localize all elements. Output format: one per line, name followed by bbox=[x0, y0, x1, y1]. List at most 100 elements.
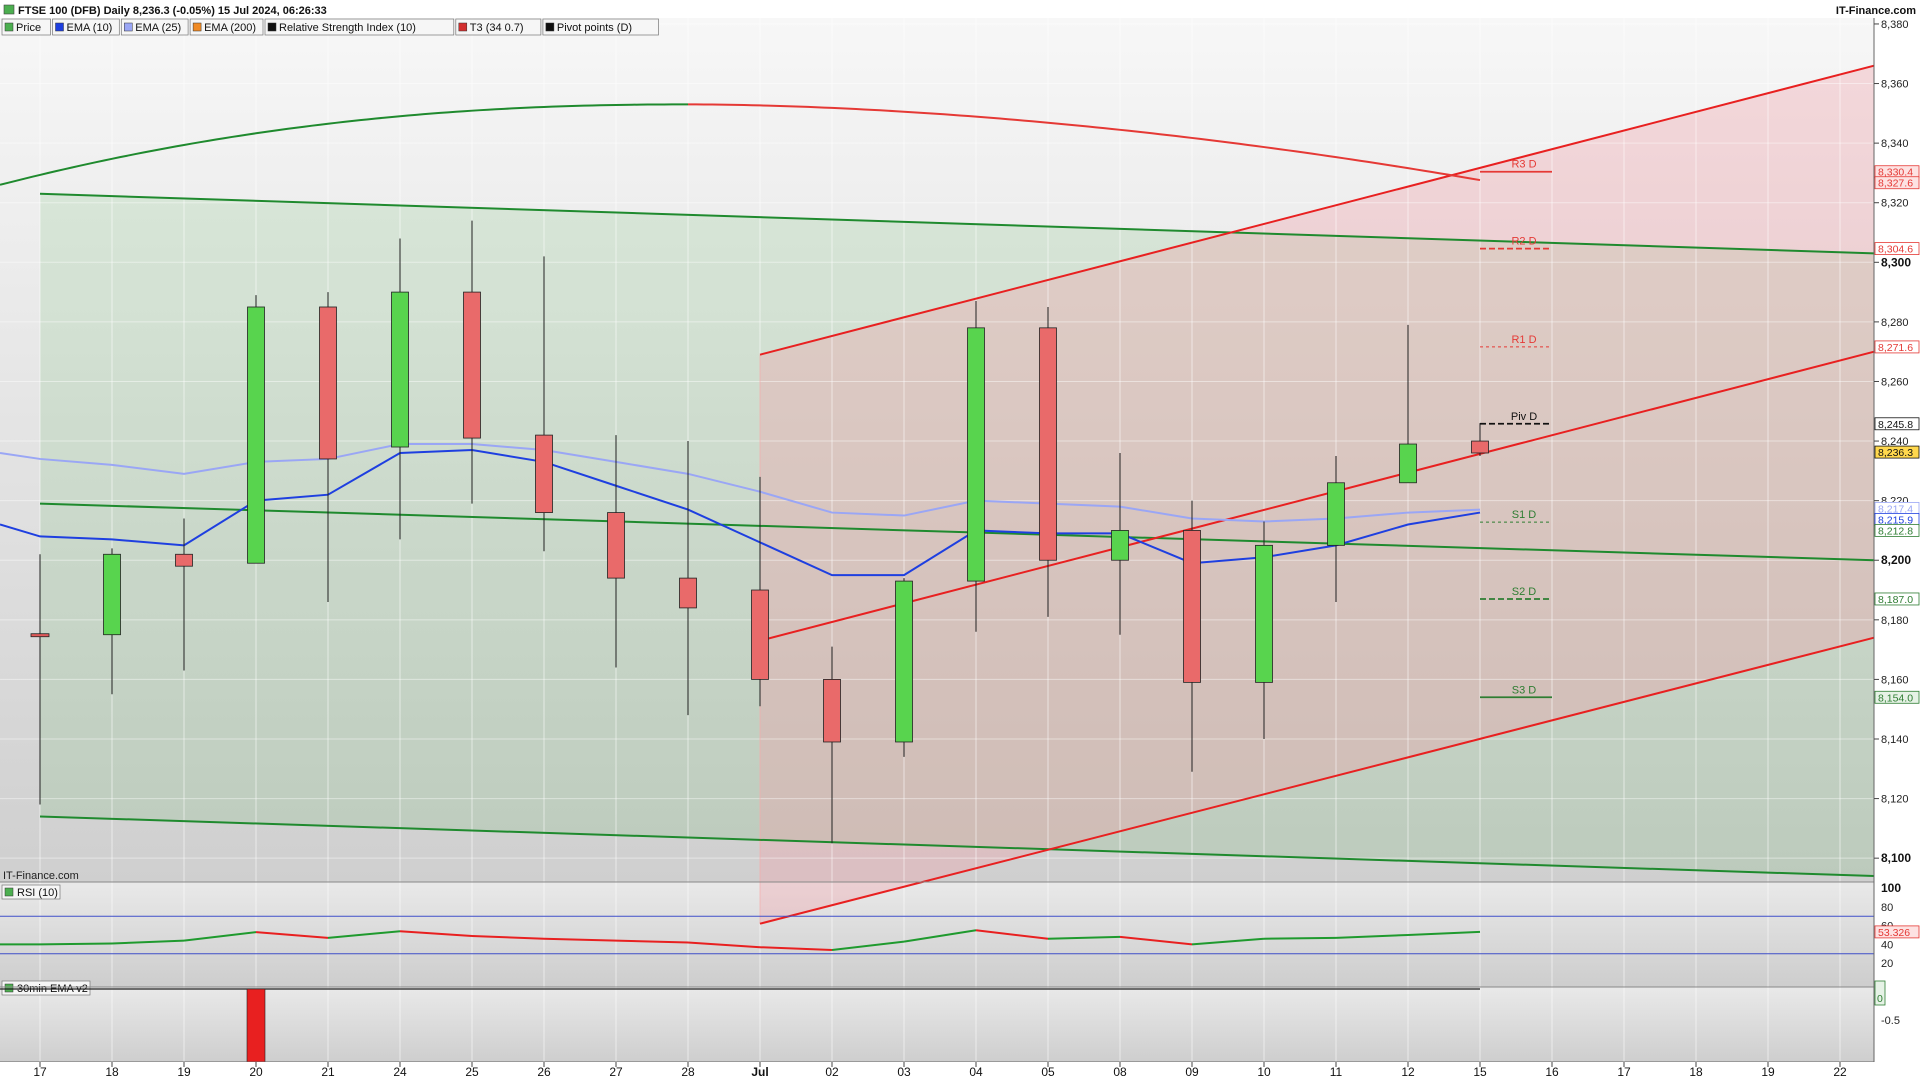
rsi-segment bbox=[39, 942, 113, 946]
x-axis-background bbox=[0, 1062, 1920, 1080]
x-tick-label: 05 bbox=[1041, 1065, 1055, 1079]
rsi-segment bbox=[1263, 936, 1337, 940]
candle-body-down bbox=[823, 679, 841, 743]
candle-body-up bbox=[103, 553, 121, 636]
pivot-label: R3 D bbox=[1511, 159, 1536, 171]
legend-swatch-icon bbox=[545, 22, 555, 32]
pivot-label: R2 D bbox=[1511, 236, 1536, 248]
x-tick-label: 27 bbox=[609, 1065, 623, 1079]
x-tick-label: 10 bbox=[1257, 1065, 1271, 1079]
legend-swatch-icon bbox=[55, 22, 64, 32]
x-tick-label: 17 bbox=[33, 1065, 47, 1079]
candle-body-down bbox=[679, 577, 697, 609]
legend-swatch-icon bbox=[458, 22, 468, 32]
y-tick-label: 8,300 bbox=[1881, 255, 1911, 269]
legend-item-label: Relative Strength Index (10) bbox=[279, 22, 416, 34]
ema30-panel-background bbox=[0, 987, 1874, 1065]
x-tick-label: 17 bbox=[1617, 1065, 1631, 1079]
x-tick-label: 22 bbox=[1833, 1065, 1847, 1079]
legend-item-label: EMA (10) bbox=[67, 22, 113, 34]
x-tick-label: 19 bbox=[177, 1065, 191, 1079]
price-tag-label: 8,212.8 bbox=[1878, 525, 1913, 537]
candle-body-down bbox=[1183, 530, 1201, 683]
legend-item-label: Price bbox=[16, 22, 41, 34]
chart-title: FTSE 100 (DFB) Daily 8,236.3 (-0.05%) 15… bbox=[18, 5, 327, 17]
legend-swatch-icon bbox=[192, 22, 202, 32]
x-tick-label: 18 bbox=[105, 1065, 119, 1079]
rsi-swatch-icon bbox=[4, 887, 14, 897]
ema30-swatch-icon bbox=[4, 983, 14, 993]
x-tick-label: 11 bbox=[1330, 1065, 1343, 1079]
y-tick-label: 8,180 bbox=[1881, 615, 1909, 627]
price-tag-label: 8,271.6 bbox=[1878, 342, 1913, 354]
brand-name: IT-Finance.com bbox=[1836, 5, 1916, 17]
candle-body-down bbox=[463, 291, 481, 439]
candle-body-up bbox=[967, 327, 985, 582]
y-tick-label: 8,160 bbox=[1881, 674, 1909, 686]
x-tick-label: 04 bbox=[969, 1065, 983, 1079]
x-tick-label: 16 bbox=[1545, 1065, 1559, 1079]
x-tick-label: 18 bbox=[1689, 1065, 1703, 1079]
x-tick-label: 19 bbox=[1761, 1065, 1775, 1079]
watermark: IT-Finance.com bbox=[3, 870, 79, 882]
price-tag-label: 8,245.8 bbox=[1878, 419, 1913, 431]
candle-body-up bbox=[895, 580, 913, 743]
legend-item-label: T3 (34 0.7) bbox=[470, 22, 524, 34]
candle-body-down bbox=[175, 553, 193, 567]
candle-body-down bbox=[535, 434, 553, 513]
candle-body-up bbox=[1111, 530, 1129, 561]
chart-canvas: R3 D R2 D R1 D Piv D S1 D S2 D S3 D RSI (10) 10… bbox=[0, 0, 1920, 1080]
rsi-label: RSI (10) bbox=[17, 887, 58, 899]
legend-item-label: EMA (25) bbox=[135, 22, 181, 34]
rsi-tick-label: 40 bbox=[1881, 939, 1893, 951]
candle-body-down bbox=[319, 306, 337, 460]
y-tick-label: 8,320 bbox=[1881, 198, 1909, 210]
x-tick-label: 25 bbox=[465, 1065, 479, 1079]
x-tick-label: 03 bbox=[897, 1065, 911, 1079]
candle-body-down bbox=[607, 512, 625, 579]
x-tick-label: 24 bbox=[393, 1065, 407, 1079]
price-tag-label: 8,236.3 bbox=[1878, 447, 1913, 459]
y-tick-label: 8,340 bbox=[1881, 138, 1909, 150]
ema30-bar bbox=[246, 988, 266, 1066]
pivot-label: S1 D bbox=[1512, 509, 1537, 521]
candle-body-up bbox=[391, 291, 409, 448]
ticker-icon bbox=[3, 4, 15, 15]
pivot-label: S3 D bbox=[1512, 684, 1537, 696]
x-tick-label: 15 bbox=[1473, 1065, 1487, 1079]
y-tick-label: 8,100 bbox=[1881, 851, 1911, 865]
candle-body-down bbox=[1471, 440, 1489, 454]
y-tick-label: 8,140 bbox=[1881, 734, 1909, 746]
y-tick-label: 8,360 bbox=[1881, 79, 1909, 91]
candle-body-up bbox=[1327, 482, 1345, 546]
rsi-tick-label: 80 bbox=[1881, 902, 1893, 914]
legend-swatch-icon bbox=[124, 22, 133, 32]
x-tick-label: 12 bbox=[1401, 1065, 1415, 1079]
rsi-tick-label: 20 bbox=[1881, 958, 1893, 970]
x-tick-label: 09 bbox=[1185, 1065, 1199, 1079]
x-tick-label: 28 bbox=[681, 1065, 695, 1079]
y-tick-label: 8,200 bbox=[1881, 553, 1911, 567]
price-tag-label: 8,327.6 bbox=[1878, 178, 1913, 190]
pivot-label: S2 D bbox=[1512, 586, 1537, 598]
ema30-tick-label: -0.5 bbox=[1881, 1015, 1900, 1027]
legend-swatch-icon bbox=[4, 22, 14, 32]
rsi-tick-label: 100 bbox=[1881, 881, 1901, 895]
candle-body-up bbox=[247, 306, 265, 564]
candle-body-up bbox=[1255, 544, 1273, 683]
ema30-value-tag: 0 bbox=[1877, 993, 1883, 1005]
legend-swatch-icon bbox=[267, 22, 277, 32]
pivot-label: R1 D bbox=[1511, 334, 1536, 346]
y-tick-label: 8,120 bbox=[1881, 794, 1909, 806]
legend-item-label: EMA (200) bbox=[204, 22, 256, 34]
y-tick-label: 8,280 bbox=[1881, 317, 1909, 329]
x-tick-label: 02 bbox=[825, 1065, 839, 1079]
y-tick-label: 8,260 bbox=[1881, 376, 1909, 388]
x-tick-label: 08 bbox=[1113, 1065, 1127, 1079]
price-tag-label: 8,187.0 bbox=[1878, 594, 1913, 606]
candle-body-down bbox=[751, 589, 769, 680]
y-tick-label: 8,380 bbox=[1881, 19, 1909, 31]
candle-body-down bbox=[1039, 327, 1057, 561]
legend-item-label: Pivot points (D) bbox=[557, 22, 632, 34]
x-tick-label: 20 bbox=[249, 1065, 263, 1079]
